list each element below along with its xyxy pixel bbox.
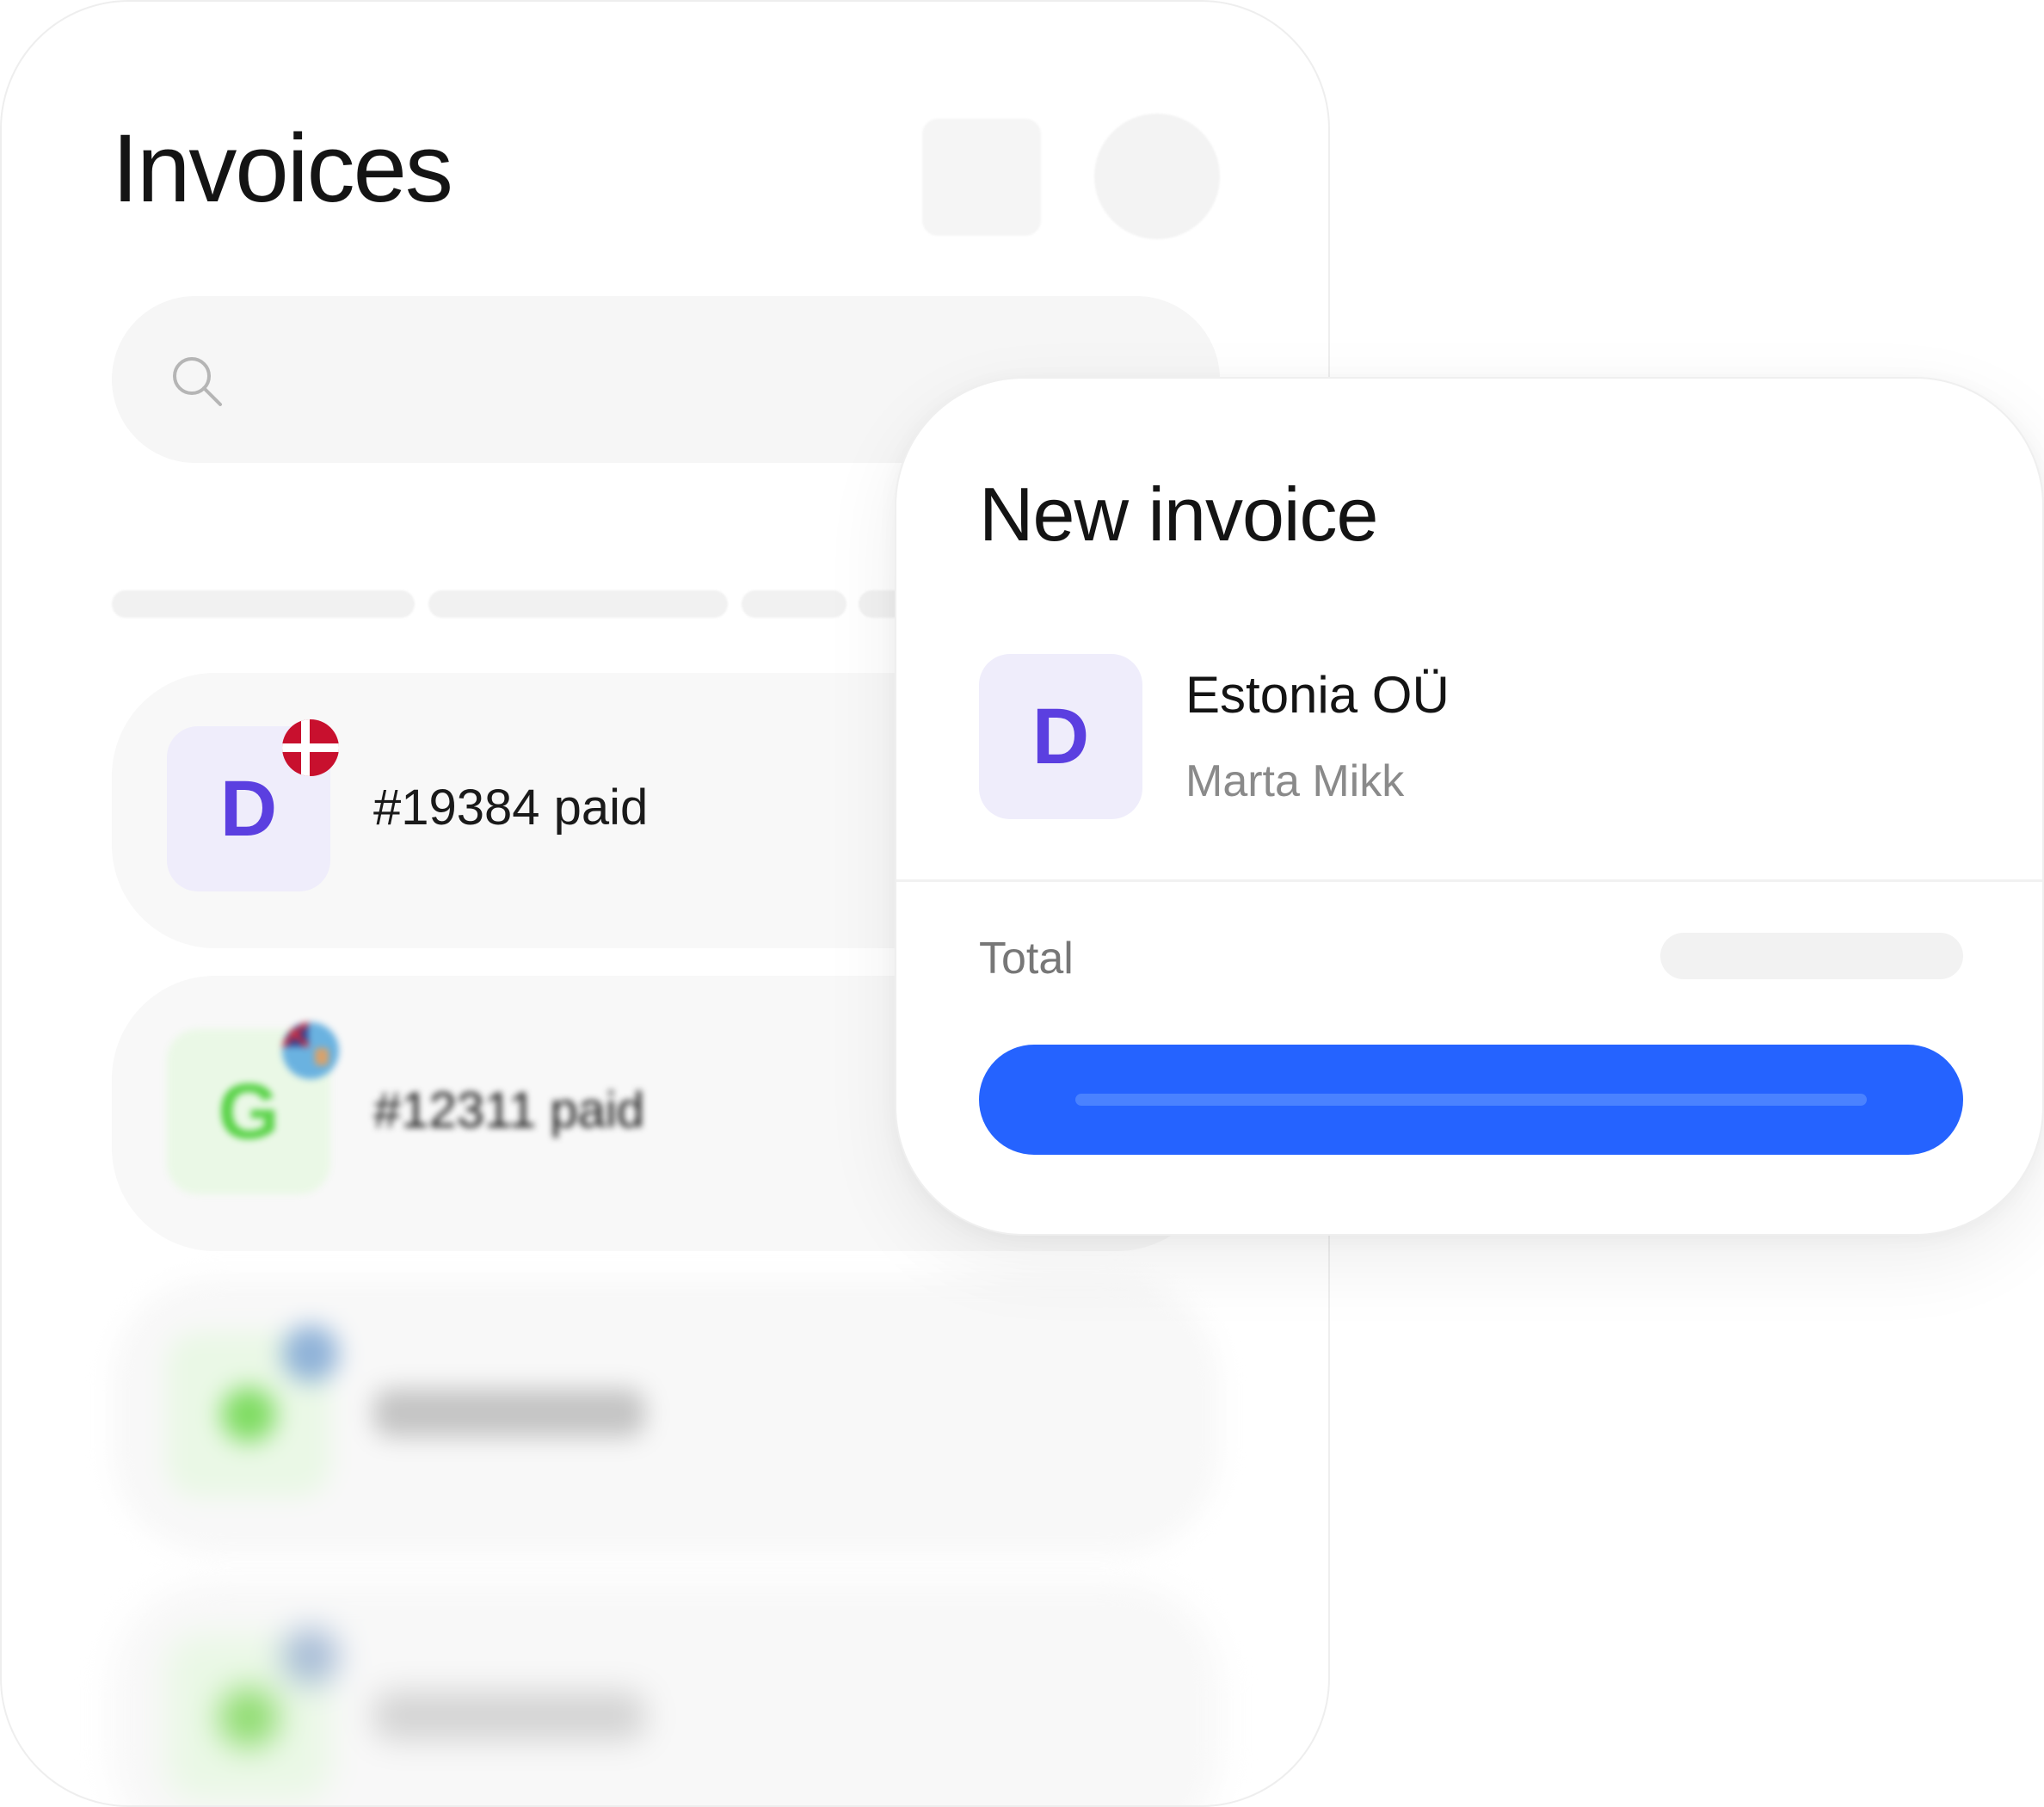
search-icon [173,357,222,406]
filter-tab[interactable] [112,590,415,618]
invoice-status-placeholder [373,1692,645,1740]
invoice-status-placeholder [373,1389,645,1437]
company-name[interactable]: Estonia OÜ [1185,669,1450,721]
divider [896,879,2042,882]
button-label-placeholder [1075,1094,1867,1106]
total-label: Total [979,934,1074,984]
contact-name: Marta Mikk [1185,756,1405,806]
invoice-row[interactable] [112,1582,1220,1805]
modal-title: New invoice [979,472,1378,557]
invoice-status-text: #12311 paid [373,1082,645,1138]
invoice-row[interactable] [112,1279,1220,1554]
denmark-flag-icon [282,719,339,776]
profile-avatar[interactable] [1094,114,1220,239]
invoice-status-text: #19384 paid [373,780,649,836]
page-title: Invoices [112,114,453,222]
filter-tab[interactable] [428,590,728,618]
total-value-placeholder [1660,933,1963,979]
header-action-button[interactable] [922,119,1041,236]
flag-icon [282,1325,339,1382]
fiji-flag-icon [282,1022,339,1079]
filter-tab[interactable] [742,590,847,618]
customer-avatar: D [979,654,1142,819]
create-invoice-button[interactable] [979,1045,1963,1155]
new-invoice-card: New invoice D Estonia OÜ Marta Mikk Tota… [895,377,2044,1236]
flag-icon [282,1628,339,1685]
